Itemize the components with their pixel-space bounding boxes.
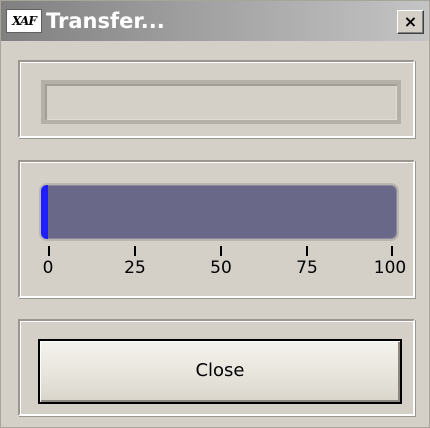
scale-label-25: 25 [124, 258, 146, 278]
scale-tick [134, 246, 136, 256]
scale-tick [391, 246, 393, 256]
title-bar[interactable]: XAF Transfer... × [1, 1, 429, 41]
scale-label-0: 0 [42, 258, 54, 278]
scale-label-75: 75 [296, 258, 318, 278]
app-logo-icon: XAF [6, 9, 42, 33]
transfer-dialog: XAF Transfer... × 0 25 50 75 100 Close [0, 0, 430, 428]
window-title: Transfer... [46, 9, 165, 33]
window-close-button[interactable]: × [397, 10, 424, 34]
scale-label-100: 100 [373, 258, 407, 278]
scale-label-50: 50 [210, 258, 232, 278]
progress-bar [39, 183, 399, 241]
progress-bar-fill [41, 185, 49, 239]
scale-tick [220, 246, 222, 256]
scale-tick [48, 246, 50, 256]
scale-tick [306, 246, 308, 256]
status-field [41, 80, 401, 124]
close-button[interactable]: Close [38, 339, 402, 404]
close-icon: × [403, 12, 418, 31]
